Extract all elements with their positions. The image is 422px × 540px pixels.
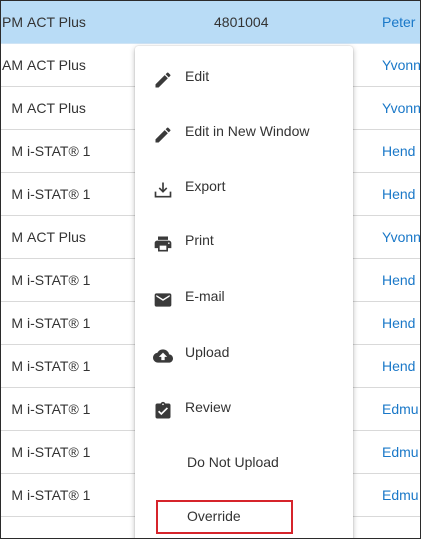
time-cell: M	[11, 272, 23, 288]
time-cell: PM	[2, 14, 23, 30]
user-link[interactable]: Edmu	[382, 388, 419, 430]
menu-item-email[interactable]: E-mail	[135, 282, 353, 322]
user-link[interactable]: Hend	[382, 130, 415, 172]
table-row[interactable]: PM ACT Plus 4801004 Peter	[1, 1, 420, 44]
device-cell: i-STAT® 1	[27, 358, 91, 374]
user-link[interactable]: Peter	[382, 1, 415, 43]
time-cell: M	[11, 143, 23, 159]
device-cell: i-STAT® 1	[27, 315, 91, 331]
pencil-icon	[155, 127, 171, 143]
pencil-icon	[155, 72, 171, 88]
device-cell: i-STAT® 1	[27, 444, 91, 460]
menu-item-label: Export	[185, 178, 226, 194]
device-cell: ACT Plus	[27, 57, 86, 73]
menu-item-review[interactable]: Review	[135, 393, 353, 433]
device-cell: ACT Plus	[27, 229, 86, 245]
context-menu: Edit Edit in New Window Export Print E-m…	[135, 46, 353, 538]
time-cell: M	[11, 487, 23, 503]
highlight-box	[156, 500, 293, 534]
time-cell: AM	[2, 57, 23, 73]
user-link[interactable]: Edmu	[382, 474, 419, 516]
menu-item-do-not-upload[interactable]: Do Not Upload	[135, 448, 353, 488]
cloud-upload-icon	[153, 349, 173, 363]
time-cell: M	[11, 186, 23, 202]
user-link[interactable]: Hend	[382, 173, 415, 215]
device-cell: i-STAT® 1	[27, 401, 91, 417]
time-cell: M	[11, 444, 23, 460]
user-link[interactable]: Yvonn	[382, 44, 420, 86]
menu-item-label: Upload	[185, 344, 230, 360]
device-cell: ACT Plus	[27, 100, 86, 116]
printer-icon	[154, 236, 172, 252]
user-link[interactable]: Edmu	[382, 431, 419, 473]
user-link[interactable]: Hend	[382, 302, 415, 344]
id-cell: 4801004	[214, 14, 269, 30]
device-cell: i-STAT® 1	[27, 186, 91, 202]
menu-item-label: Edit	[185, 68, 210, 84]
menu-item-export[interactable]: Export	[135, 172, 353, 212]
menu-item-label: Print	[185, 232, 214, 248]
screenshot-frame: PM ACT Plus 4801004 Peter AM ACT Plus Yv…	[0, 0, 421, 539]
user-link[interactable]: Yvonn	[382, 87, 420, 129]
menu-item-print[interactable]: Print	[135, 226, 353, 266]
time-cell: M	[11, 100, 23, 116]
time-cell: M	[11, 315, 23, 331]
user-link[interactable]: Yvonn	[382, 216, 420, 258]
device-cell: i-STAT® 1	[27, 487, 91, 503]
menu-item-upload[interactable]: Upload	[135, 338, 353, 378]
device-cell: i-STAT® 1	[27, 272, 91, 288]
time-cell: M	[11, 229, 23, 245]
menu-item-edit-new-window[interactable]: Edit in New Window	[135, 117, 353, 157]
menu-item-label: Review	[185, 399, 231, 415]
clipboard-check-icon	[155, 401, 171, 419]
envelope-icon	[154, 293, 172, 307]
user-link[interactable]: Hend	[382, 259, 415, 301]
menu-item-label: Do Not Upload	[187, 454, 279, 470]
device-cell: ACT Plus	[27, 14, 86, 30]
menu-item-label: Edit in New Window	[185, 123, 310, 139]
download-icon	[154, 182, 172, 198]
device-cell: i-STAT® 1	[27, 143, 91, 159]
time-cell: M	[11, 401, 23, 417]
user-link[interactable]: Hend	[382, 345, 415, 387]
menu-item-label: E-mail	[185, 288, 225, 304]
menu-item-edit[interactable]: Edit	[135, 62, 353, 102]
time-cell: M	[11, 358, 23, 374]
